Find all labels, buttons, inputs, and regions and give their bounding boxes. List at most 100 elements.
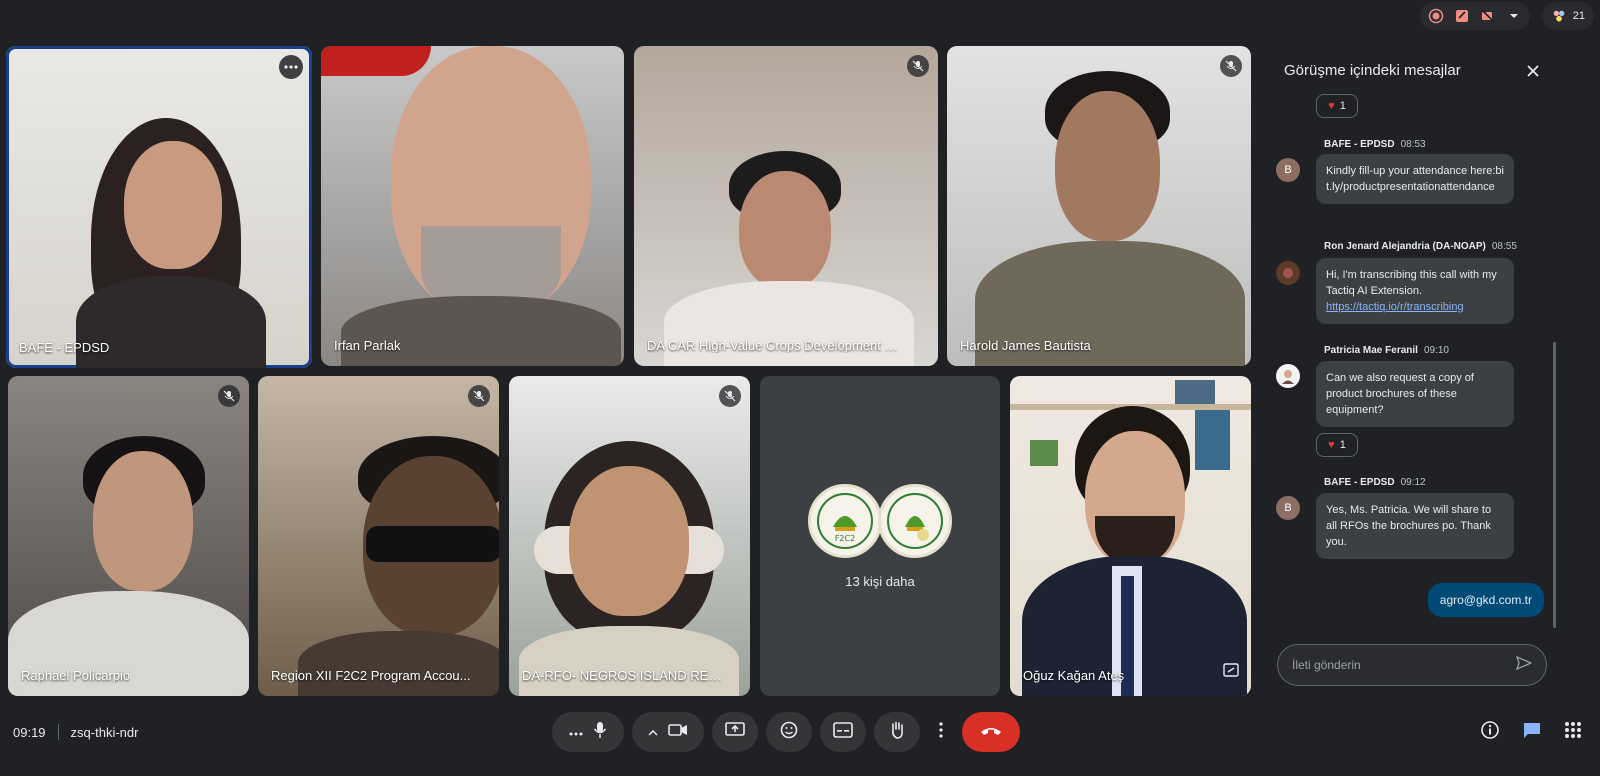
message-bubble: Can we also request a copy of product br… — [1316, 361, 1514, 427]
avatar: B — [1276, 496, 1300, 520]
more-options-button[interactable] — [928, 712, 954, 752]
side-controls — [1480, 720, 1582, 745]
chat-scrollbar[interactable] — [1553, 342, 1556, 628]
end-call-icon — [980, 723, 1002, 741]
participant-name: DA-RFO- NEGROS ISLAND REGI... — [522, 668, 725, 683]
avatar — [1276, 364, 1300, 388]
video-tile[interactable]: BAFE - EPDSD — [6, 46, 312, 368]
mic-off-icon — [1220, 55, 1242, 77]
record-icon[interactable] — [1428, 8, 1444, 24]
people-icon — [1551, 8, 1567, 24]
chat-icon — [1524, 723, 1540, 738]
participants-button[interactable]: 21 — [1541, 2, 1594, 30]
participant-name: Raphael Policarpio — [21, 668, 131, 683]
participant-name: Harold James Bautista — [960, 338, 1091, 353]
message-time: 09:10 — [1423, 345, 1449, 356]
meeting-status-bar — [1420, 2, 1530, 30]
participants-count: 21 — [1572, 10, 1585, 22]
video-tile[interactable]: DA-RFO- NEGROS ISLAND REGI... — [509, 376, 750, 696]
leave-call-button[interactable] — [962, 712, 1020, 752]
participant-name: Oğuz Kağan Ateş — [1023, 668, 1125, 683]
message-bubble: Yes, Ms. Patricia. We will share to all … — [1316, 493, 1514, 559]
message-time: 08:53 — [1400, 139, 1426, 150]
participant-video — [1010, 376, 1251, 696]
participant-video — [6, 46, 312, 368]
chat-title: Görüşme içindeki mesajlar — [1284, 62, 1461, 79]
chevron-down-icon[interactable] — [1506, 8, 1522, 24]
reactions-button[interactable] — [766, 712, 812, 752]
meeting-code: zsq-thki-ndr — [70, 724, 139, 740]
participant-name: BAFE - EPDSD — [19, 340, 110, 355]
more-options-icon[interactable] — [279, 55, 303, 79]
transcription-link[interactable]: https://tactiq.io/r/transcribing — [1326, 301, 1464, 313]
meeting-info: 09:19 zsq-thki-ndr — [13, 724, 138, 740]
video-tile[interactable]: Region XII F2C2 Program Accou... — [258, 376, 499, 696]
heart-icon: ♥ — [1328, 100, 1335, 112]
others-tile[interactable]: F2C2 13 kişi daha — [760, 376, 1000, 696]
participant-name: Irfan Parlak — [334, 338, 401, 353]
message-time: 09:12 — [1400, 477, 1426, 488]
apps-icon — [1565, 722, 1581, 738]
mic-off-icon — [907, 55, 929, 77]
message-input[interactable] — [1292, 658, 1502, 672]
meeting-clock: 09:19 — [13, 724, 46, 740]
captions-icon — [833, 721, 853, 743]
captions-button[interactable] — [820, 712, 866, 752]
participant-video — [509, 376, 750, 696]
svg-text:F2C2: F2C2 — [835, 534, 855, 543]
video-tile[interactable]: Irfan Parlak — [321, 46, 624, 366]
raise-hand-button[interactable] — [874, 712, 920, 752]
message-bubble: Kindly fill-up your attendance here:bit.… — [1316, 154, 1514, 204]
microphone-icon[interactable] — [593, 721, 607, 744]
participant-video — [634, 46, 938, 366]
participant-name: Region XII F2C2 Program Accou... — [271, 668, 471, 683]
audio-control-group — [552, 712, 624, 752]
divider — [57, 724, 59, 740]
avatar — [1276, 261, 1300, 285]
close-icon[interactable] — [1522, 60, 1544, 82]
message-time: 08:55 — [1491, 241, 1517, 252]
video-tile[interactable]: DA CAR High-Value Crops Development Pr..… — [634, 46, 938, 366]
message-sender: BAFE - EPDSD 09:12 — [1324, 477, 1426, 488]
picture-in-picture-icon[interactable] — [1223, 663, 1239, 682]
mic-off-icon — [719, 385, 741, 407]
message-sender: Patricia Mae Feranil 09:10 — [1324, 345, 1449, 356]
participant-name: DA CAR High-Value Crops Development Pr..… — [647, 338, 903, 353]
message-sender: Ron Jenard Alejandria (DA-NOAP) 08:55 — [1324, 241, 1517, 252]
present-screen-button[interactable] — [712, 712, 758, 752]
own-message-bubble: agro@gkd.com.tr — [1427, 583, 1544, 617]
message-sender: BAFE - EPDSD 08:53 — [1324, 139, 1426, 150]
reaction-chip[interactable]: ♥ 1 — [1316, 94, 1358, 118]
in-call-messages-panel: Görüşme içindeki mesajlar ♥ 1 BAFE - EPD… — [1264, 42, 1560, 698]
chat-button[interactable] — [1522, 720, 1542, 745]
info-icon — [1481, 721, 1499, 739]
chevron-up-icon[interactable] — [648, 723, 658, 741]
department-of-agriculture-logo: F2C2 — [808, 484, 882, 558]
video-tile[interactable]: Oğuz Kağan Ateş — [1010, 376, 1251, 696]
others-count-label: 13 kişi daha — [845, 574, 915, 589]
heart-icon: ♥ — [1328, 439, 1335, 451]
hand-icon — [888, 720, 906, 745]
video-tile[interactable]: Harold James Bautista — [947, 46, 1251, 366]
mic-off-icon — [468, 385, 490, 407]
activities-button[interactable] — [1564, 721, 1582, 744]
message-bubble: Hi, I'm transcribing this call with my T… — [1316, 258, 1514, 324]
meeting-details-button[interactable] — [1480, 720, 1500, 745]
emoji-icon — [780, 721, 798, 744]
organization-logos: F2C2 — [808, 484, 952, 558]
video-control-group — [632, 712, 704, 752]
present-screen-icon — [725, 721, 745, 743]
message-input-field[interactable] — [1277, 644, 1547, 686]
more-vert-icon — [939, 721, 943, 743]
call-controls — [552, 712, 1020, 752]
reaction-chip[interactable]: ♥ 1 — [1316, 433, 1358, 457]
mic-off-icon — [218, 385, 240, 407]
participant-video — [947, 46, 1251, 366]
no-video-icon[interactable] — [1480, 8, 1496, 24]
camera-icon[interactable] — [668, 723, 688, 742]
send-icon[interactable] — [1515, 655, 1533, 675]
activity-icon[interactable] — [1454, 8, 1470, 24]
more-horiz-icon[interactable] — [569, 723, 583, 741]
video-tile[interactable]: Raphael Policarpio — [8, 376, 249, 696]
avatar: B — [1276, 158, 1300, 182]
